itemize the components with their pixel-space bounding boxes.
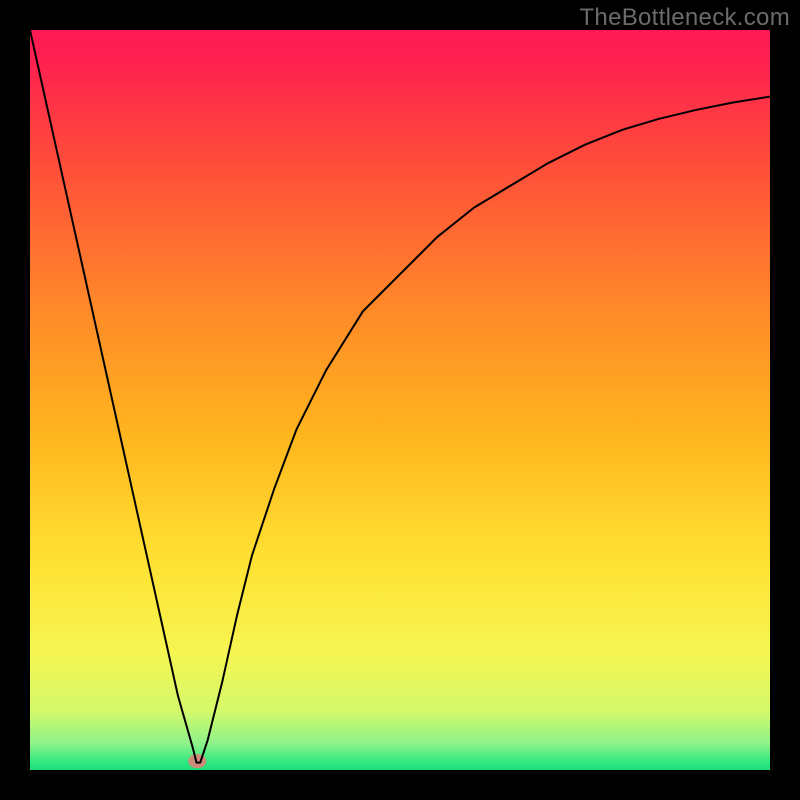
- chart-container: TheBottleneck.com: [0, 0, 800, 800]
- watermark-label: TheBottleneck.com: [579, 4, 790, 32]
- gradient-background: [30, 30, 770, 770]
- bottleneck-chart: [0, 0, 800, 800]
- bottleneck-marker: [188, 754, 206, 768]
